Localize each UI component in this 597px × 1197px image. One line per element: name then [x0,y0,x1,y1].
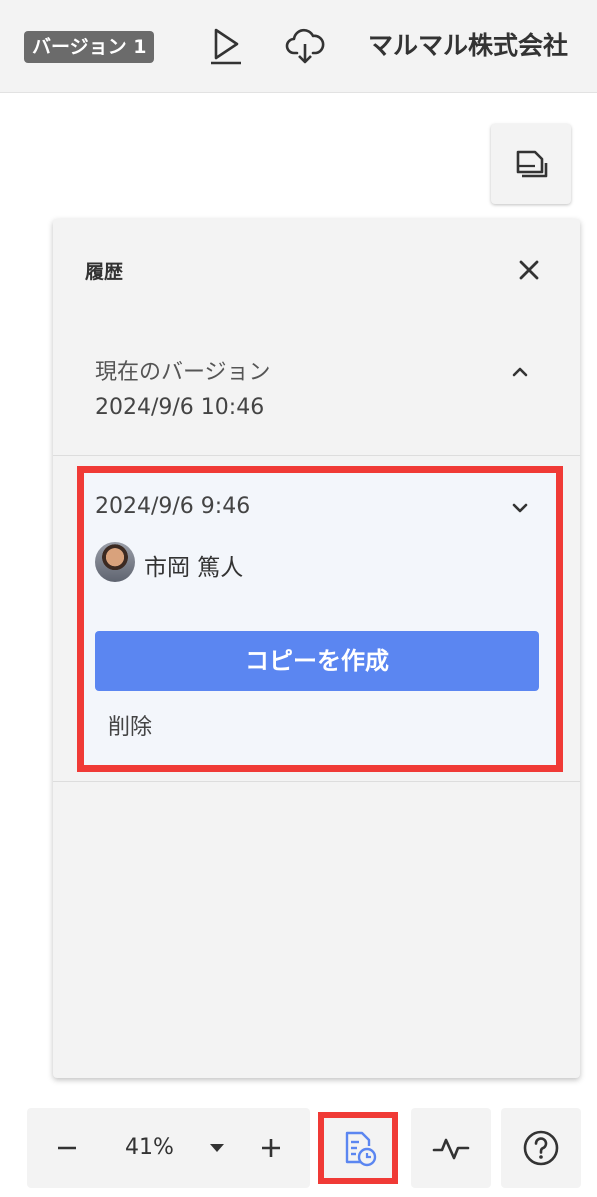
plus-icon [262,1139,280,1157]
avatar [95,542,135,582]
chevron-down-icon [512,503,528,513]
version-badge[interactable]: バージョン 1 [24,31,155,63]
chevron-up-icon [512,367,528,377]
divider [53,455,580,456]
current-version-date: 2024/9/6 10:46 [95,395,265,420]
pages-icon [516,150,548,178]
panel-title: 履歴 [85,261,124,283]
zoom-out-button[interactable] [55,1130,79,1166]
current-version-label: 現在のバージョン [95,360,271,385]
minus-icon [58,1146,76,1150]
user-name: 市岡 篤人 [144,555,244,581]
close-icon [519,260,539,280]
history-entry[interactable]: 2024/9/6 9:46 市岡 篤人 コピーを作成 削除 [77,466,563,772]
create-copy-button[interactable]: コピーを作成 [95,631,539,691]
entry-date: 2024/9/6 9:46 [95,494,251,519]
zoom-dropdown[interactable] [209,1140,225,1156]
delete-button[interactable]: 削除 [108,709,152,741]
pages-button[interactable] [491,124,571,204]
cloud-download-icon [285,28,325,64]
play-icon [211,28,241,65]
collapse-current-button[interactable] [509,361,531,383]
caret-down-icon [210,1144,224,1152]
activity-button[interactable] [411,1108,491,1188]
help-icon [523,1130,559,1166]
expand-entry-button[interactable] [509,497,531,519]
history-panel: 履歴 現在のバージョン 2024/9/6 10:46 2024/9/6 9:46… [53,219,580,1078]
history-button[interactable] [318,1112,398,1184]
divider [53,781,580,782]
play-button[interactable] [206,26,246,66]
zoom-level[interactable]: 41% [125,1130,174,1166]
close-button[interactable] [514,255,544,285]
history-icon [345,1131,377,1167]
help-button[interactable] [501,1108,581,1188]
activity-icon [432,1138,470,1160]
download-button[interactable] [284,26,326,66]
company-name: マルマル株式会社 [368,31,569,60]
zoom-control: 41% [27,1108,310,1188]
zoom-in-button[interactable] [259,1130,283,1166]
top-toolbar: バージョン 1 マルマル株式会社 [0,0,597,93]
